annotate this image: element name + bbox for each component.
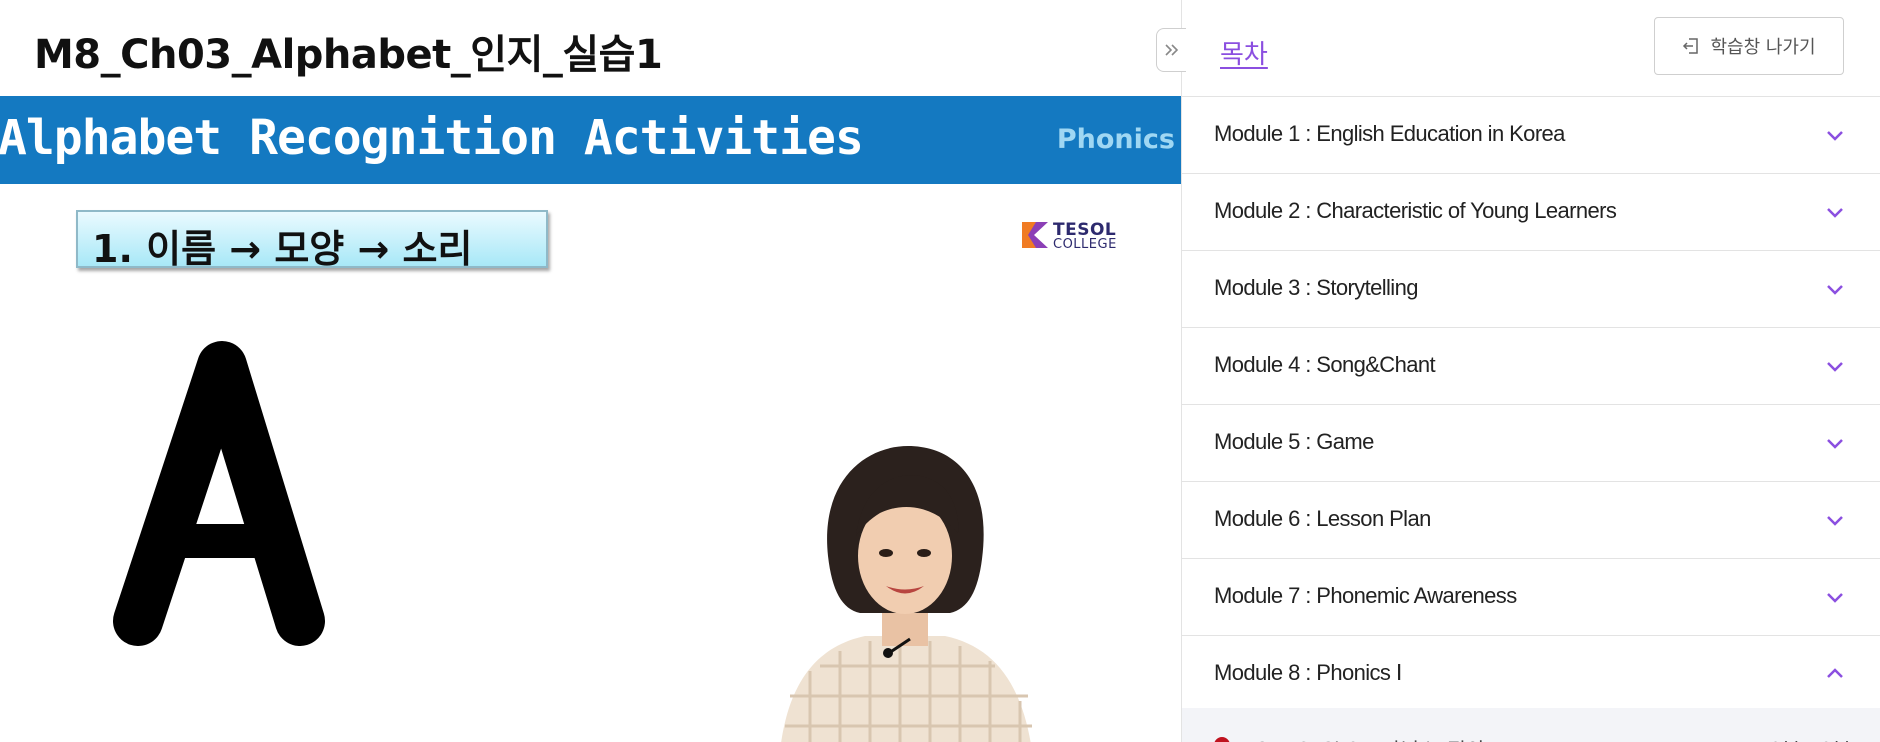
module-row-4[interactable]: Module 4 : Song&Chant [1182, 328, 1880, 405]
chevron-down-icon [1827, 593, 1843, 603]
lesson-item-progress: 9분/19분 [1769, 734, 1851, 742]
module-row-8[interactable]: Module 8 : Phonics Ⅰ [1182, 636, 1880, 713]
module-label: Module 3 : Storytelling [1214, 275, 1418, 300]
slide-step-text: 1. 이름 → 모양 → 소리 [92, 227, 473, 271]
presenter-video [781, 446, 1032, 742]
module-row-7[interactable]: Module 7 : Phonemic Awareness [1182, 559, 1880, 636]
slide-banner-title: Alphabet Recognition Activities [0, 110, 864, 166]
double-chevron-right-icon [1164, 44, 1178, 56]
exit-icon [1683, 38, 1699, 54]
slide-banner-tag: Phonics [1056, 124, 1175, 155]
chevron-down-icon [1827, 131, 1843, 141]
chevron-up-icon [1827, 668, 1843, 678]
module-label: Module 2 : Characteristic of Young Learn… [1214, 198, 1617, 223]
module-label: Module 7 : Phonemic Awareness [1214, 583, 1517, 608]
chevron-down-icon [1827, 439, 1843, 449]
collapse-toc-button[interactable] [1156, 28, 1186, 72]
module-row-2[interactable]: Module 2 : Characteristic of Young Learn… [1182, 174, 1880, 251]
logo-text-bottom: COLLEGE [1053, 237, 1117, 252]
chevron-down-icon [1827, 285, 1843, 295]
chevron-down-icon [1827, 208, 1843, 218]
exit-study-label: 학습창 나가기 [1710, 37, 1816, 58]
module-row-6[interactable]: Module 6 : Lesson Plan [1182, 482, 1880, 559]
toc-panel: 목차 학습창 나가기 Module 1 : English Education … [1181, 0, 1880, 742]
chevron-down-icon [1827, 362, 1843, 372]
handwritten-letter-a [113, 341, 325, 646]
module-row-1[interactable]: Module 1 : English Education in Korea [1182, 97, 1880, 174]
video-frame[interactable]: Alphabet Recognition Activities Phonics … [0, 96, 1181, 742]
lesson-list-item[interactable]: 76. M8_Ch01_파닉스_정의 9분/19분 [1182, 708, 1880, 742]
module-row-5[interactable]: Module 5 : Game [1182, 405, 1880, 482]
module-label: Module 8 : Phonics Ⅰ [1214, 660, 1402, 685]
toc-title[interactable]: 목차 [1220, 34, 1268, 71]
slide-banner: Alphabet Recognition Activities Phonics [0, 96, 1181, 184]
lesson-player: M8_Ch03_Alphabet_인지_실습1 Alphabet Recogni… [0, 0, 1181, 742]
lesson-item-title: 76. M8_Ch01_파닉스_정의 [1242, 734, 1484, 742]
status-dot [1214, 737, 1230, 742]
module-label: Module 1 : English Education in Korea [1214, 121, 1565, 146]
tesol-logo-mark-icon [1022, 222, 1048, 248]
chevron-down-icon [1827, 516, 1843, 526]
module-label: Module 6 : Lesson Plan [1214, 506, 1431, 531]
module-label: Module 4 : Song&Chant [1214, 352, 1436, 377]
tesol-college-logo: TESOL COLLEGE [1022, 220, 1122, 252]
module-label: Module 5 : Game [1214, 429, 1374, 454]
lesson-title: M8_Ch03_Alphabet_인지_실습1 [34, 32, 663, 78]
module-row-3[interactable]: Module 3 : Storytelling [1182, 251, 1880, 328]
exit-study-button[interactable]: 학습창 나가기 [1654, 17, 1844, 75]
slide-step-box: 1. 이름 → 모양 → 소리 [76, 210, 548, 271]
toc-header: 목차 학습창 나가기 [1182, 0, 1880, 97]
